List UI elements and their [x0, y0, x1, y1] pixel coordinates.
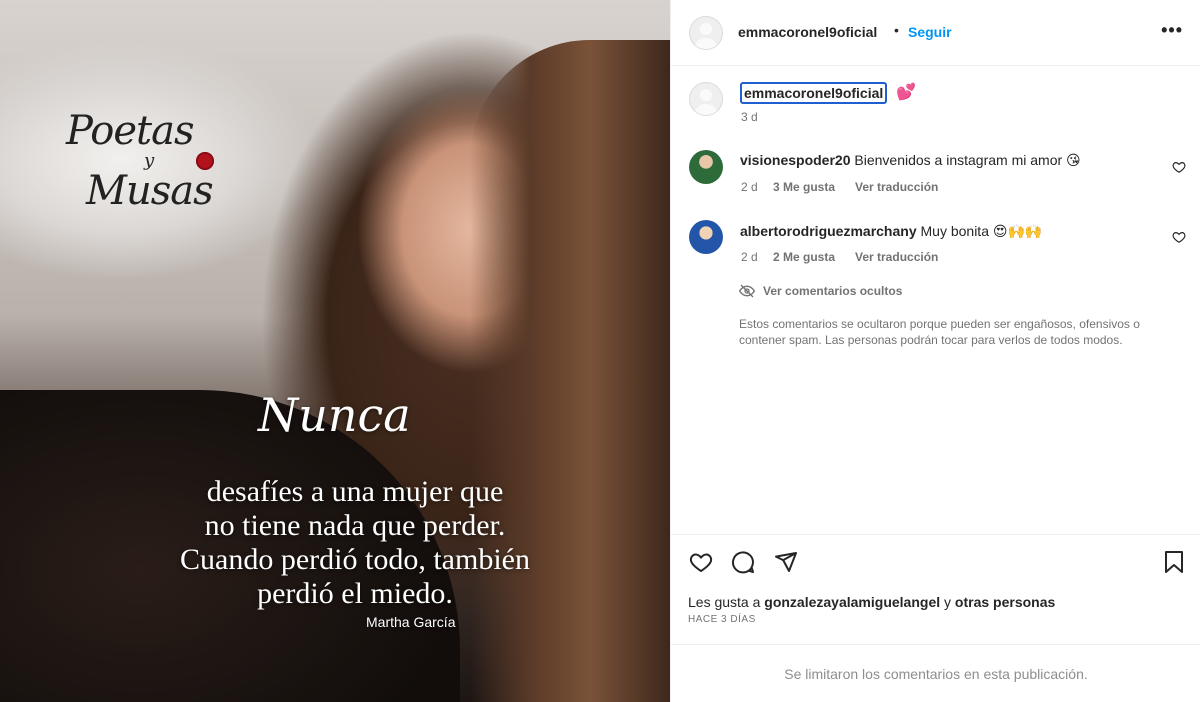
separator-dot: • — [894, 22, 899, 38]
caption-time[interactable]: 3 d — [741, 110, 758, 124]
others-link[interactable]: otras personas — [955, 594, 1055, 610]
post-image[interactable]: Poetas y Musas Nunca desafíes a una muje… — [0, 0, 670, 702]
quote-line: perdió el miedo. — [257, 577, 453, 610]
likes-summary: Les gusta a gonzalezayalamiguelangel y o… — [688, 594, 1055, 610]
more-horizontal-icon[interactable]: ••• — [1161, 20, 1183, 41]
translate-link[interactable]: Ver traducción — [855, 250, 938, 264]
comment-body: albertorodriguezmarchany Muy bonita 😍🙌🙌 — [740, 223, 1042, 240]
liker-username[interactable]: gonzalezayalamiguelangel — [764, 594, 940, 610]
caption-avatar[interactable] — [689, 82, 723, 116]
action-bar — [671, 534, 1200, 644]
quote-title: Nunca — [258, 388, 411, 442]
comment-like-heart-icon[interactable] — [1172, 160, 1186, 174]
caption-emoji: 💕 — [896, 84, 916, 101]
comment-likes[interactable]: 2 Me gusta — [773, 250, 835, 264]
translate-link[interactable]: Ver traducción — [855, 180, 938, 194]
comment-time[interactable]: 2 d — [741, 180, 758, 194]
comment-text: Muy bonita 😍🙌🙌 — [920, 223, 1043, 239]
post-date[interactable]: HACE 3 DÍAS — [688, 614, 756, 625]
comment-username[interactable]: albertorodriguezmarchany — [740, 223, 917, 239]
view-hidden-comments-link[interactable]: Ver comentarios ocultos — [763, 284, 902, 298]
comment-text: Bienvenidos a instagram mi amor 😘 — [854, 152, 1081, 168]
quote-line: desafíes a una mujer que — [206, 475, 504, 508]
logo-line-3: Musas — [86, 168, 214, 214]
comment-likes[interactable]: 3 Me gusta — [773, 180, 835, 194]
comment-bubble-icon[interactable] — [730, 549, 756, 575]
share-paper-plane-icon[interactable] — [773, 549, 799, 575]
comments-limited-notice: Se limitaron los comentarios en esta pub… — [671, 644, 1200, 702]
likes-prefix: Les gusta a — [688, 594, 761, 610]
quote-line: no tiene nada que perder. — [204, 509, 506, 542]
post-details-panel: emmacoronel9oficial • Seguir ••• emmacor… — [670, 0, 1200, 702]
comment-like-heart-icon[interactable] — [1172, 230, 1186, 244]
commenter-avatar[interactable] — [689, 150, 723, 184]
comment-username[interactable]: visionespoder20 — [740, 152, 851, 168]
eye-off-icon[interactable] — [739, 284, 755, 298]
comment-time[interactable]: 2 d — [741, 250, 758, 264]
poetas-y-musas-logo: Poetas y Musas — [62, 108, 232, 248]
quote-author: Martha García — [366, 614, 456, 630]
quote-line: Cuando perdió todo, también — [180, 543, 530, 576]
caption-username[interactable]: emmacoronel9oficial — [740, 82, 888, 104]
post-header: emmacoronel9oficial • Seguir ••• — [671, 0, 1200, 66]
bookmark-icon[interactable] — [1161, 549, 1187, 575]
likes-joiner: y — [944, 594, 952, 610]
follow-button[interactable]: Seguir — [908, 24, 952, 40]
like-heart-icon[interactable] — [688, 549, 714, 575]
commenter-avatar[interactable] — [689, 220, 723, 254]
rose-icon — [196, 152, 214, 170]
hidden-comments-note: Estos comentarios se ocultaron porque pu… — [739, 317, 1140, 347]
comment-body: visionespoder20 Bienvenidos a instagram … — [740, 152, 1081, 169]
logo-line-1: Poetas — [66, 108, 194, 154]
author-avatar[interactable] — [689, 16, 723, 50]
author-username[interactable]: emmacoronel9oficial — [738, 24, 877, 40]
